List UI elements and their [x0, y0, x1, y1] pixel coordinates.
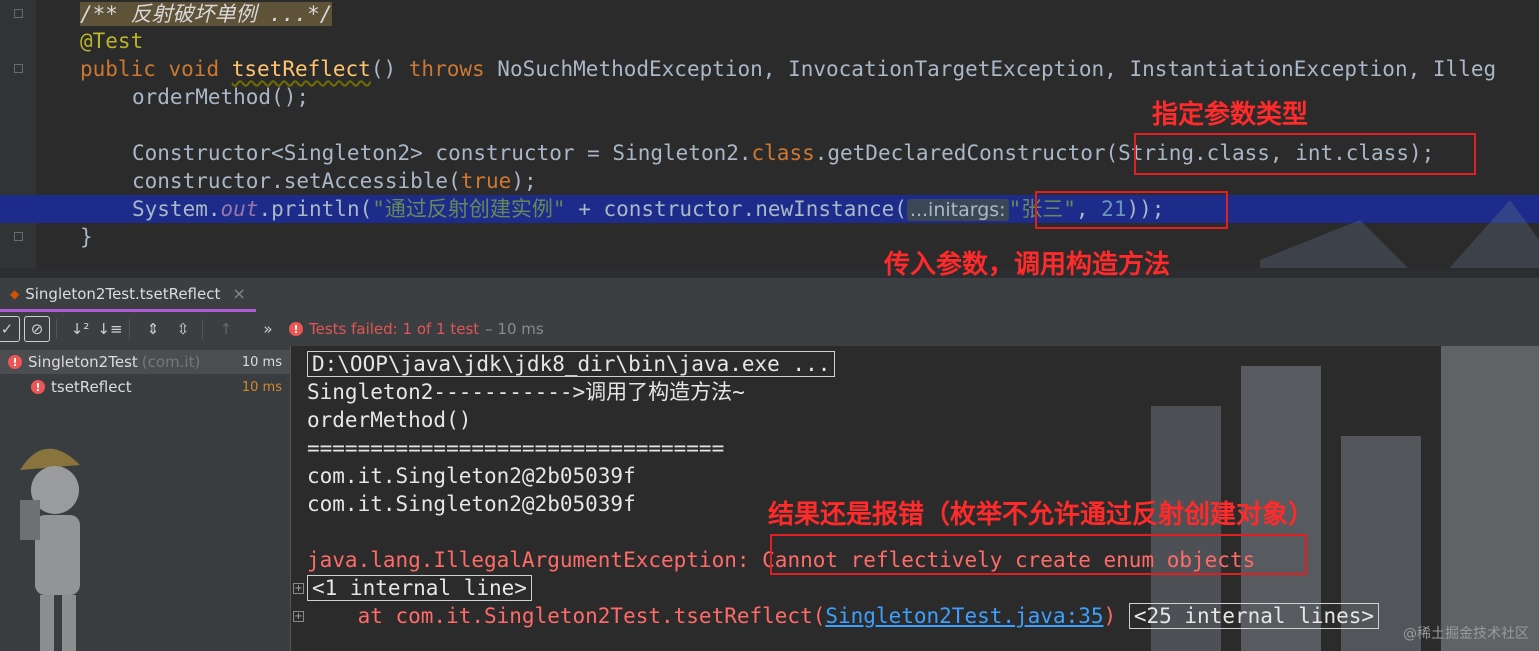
- code-new-instance: System.out.println("通过反射创建实例" + construc…: [132, 197, 1165, 221]
- fold-marker-icon[interactable]: [14, 232, 23, 241]
- show-passed-button[interactable]: ✓: [0, 316, 20, 342]
- source-link[interactable]: Singleton2Test.java:35: [825, 604, 1103, 628]
- expand-all-icon[interactable]: ⇕: [140, 316, 166, 342]
- close-icon[interactable]: ×: [232, 284, 245, 303]
- expand-icon[interactable]: +: [293, 611, 304, 622]
- builder-figure-illustration: [20, 448, 80, 651]
- param-hint: ...initargs:: [906, 199, 1009, 221]
- error-icon: !: [31, 380, 45, 394]
- fold-marker-icon[interactable]: [14, 64, 23, 73]
- code-closing-brace: }: [80, 225, 93, 249]
- previous-failed-icon[interactable]: ↑: [213, 316, 239, 342]
- console-line: D:\OOP\java\jdk\jdk8_dir\bin\java.exe ..…: [307, 350, 836, 378]
- console-line: =================================: [307, 436, 725, 460]
- annotation-box-args: [1035, 191, 1228, 229]
- annotation-specify-param-types: 指定参数类型: [1152, 100, 1309, 130]
- code-method-signature: public void tsetReflect() throws NoSuchM…: [80, 57, 1497, 81]
- annotation-pass-params: 传入参数，调用构造方法: [884, 250, 1171, 280]
- status-text: Tests failed: 1 of 1 test: [309, 320, 480, 338]
- run-tab-bar: ◆ Singleton2Test.tsetReflect ×: [0, 278, 1539, 312]
- run-toolbar: ✓ ⊘ ↓² ↓≡ ⇕ ⇳ ↑ » ! Tests failed: 1 of 1…: [0, 312, 1539, 346]
- run-tab-label: Singleton2Test.tsetReflect: [25, 284, 221, 303]
- code-comment-line: /** 反射破坏单例 ...*/: [80, 2, 333, 26]
- toolbar-divider: [56, 319, 57, 339]
- error-icon: !: [8, 355, 22, 369]
- console-stack-frame: at com.it.Singleton2Test.tsetReflect(Sin…: [307, 602, 1380, 630]
- console-line: com.it.Singleton2@2b05039f: [307, 492, 636, 516]
- expand-icon[interactable]: +: [293, 583, 304, 594]
- background-chart-graphic: [1260, 200, 1539, 268]
- sort-by-duration-icon[interactable]: ↓≡: [97, 316, 123, 342]
- show-ignored-button[interactable]: ⊘: [24, 316, 50, 342]
- fold-marker-icon[interactable]: [14, 9, 23, 18]
- tree-item-test[interactable]: ! tsetReflect 10 ms: [0, 375, 290, 399]
- annotation-result-error: 结果还是报错（枚举不允许通过反射创建对象）: [768, 500, 1315, 530]
- console-internal-line[interactable]: <1 internal line>: [307, 574, 532, 602]
- internal-lines-fold[interactable]: <25 internal lines>: [1128, 603, 1380, 629]
- code-annotation-line: @Test: [80, 29, 144, 53]
- status-time: – 10 ms: [485, 320, 544, 338]
- collapse-all-icon[interactable]: ⇳: [170, 316, 196, 342]
- console-line: orderMethod(): [307, 408, 472, 432]
- console-line: com.it.Singleton2@2b05039f: [307, 464, 636, 488]
- code-set-accessible: constructor.setAccessible(true);: [132, 169, 537, 193]
- run-config-icon: ◆: [10, 286, 20, 301]
- toolbar-divider: [129, 319, 130, 339]
- toolbar-divider: [202, 319, 203, 339]
- more-actions-icon[interactable]: »: [255, 316, 281, 342]
- test-status: ! Tests failed: 1 of 1 test – 10 ms: [289, 320, 544, 338]
- tree-item-suite[interactable]: ! Singleton2Test (com.it) 10 ms: [0, 350, 290, 374]
- watermark: @稀土掘金技术社区: [1403, 626, 1529, 642]
- console-line: Singleton2----------->调用了构造方法~: [307, 380, 745, 404]
- error-icon: !: [289, 322, 303, 336]
- annotation-box-error: [770, 534, 1307, 575]
- test-tree: ! Singleton2Test (com.it) 10 ms ! tsetRe…: [0, 346, 290, 651]
- editor-gutter: [0, 0, 36, 268]
- run-tab[interactable]: ◆ Singleton2Test.tsetReflect ×: [0, 278, 256, 312]
- annotation-box-param-types: [1134, 133, 1476, 175]
- sort-alphabetically-icon[interactable]: ↓²: [67, 316, 93, 342]
- code-order-call: orderMethod();: [132, 85, 310, 109]
